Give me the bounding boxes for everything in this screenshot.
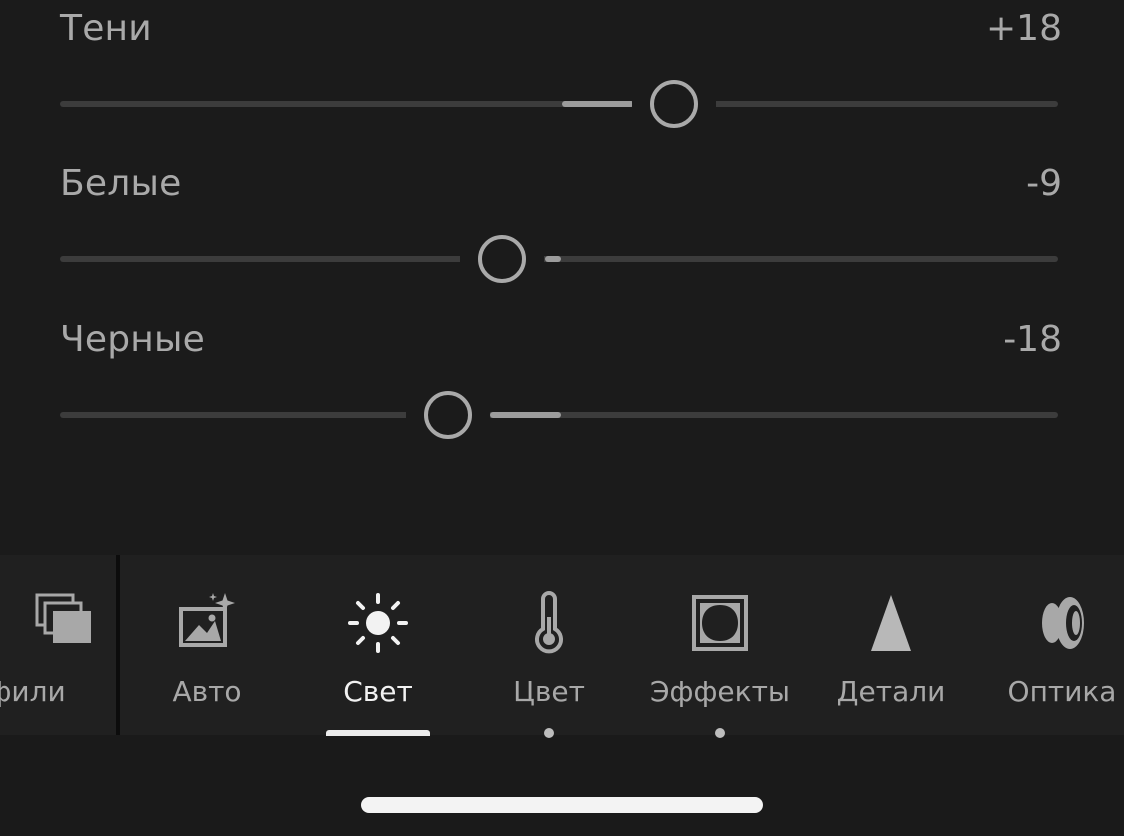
toolbar-divider: [116, 555, 120, 735]
shadows-slider-row: Тени +18: [0, 8, 1124, 140]
tool-profiles-label: офили: [0, 675, 66, 708]
shadows-label: Тени: [60, 8, 152, 49]
tool-detail-label: Детали: [836, 675, 946, 708]
tool-optics-label: Оптика: [1007, 675, 1117, 708]
tool-color-label: Цвет: [513, 675, 585, 708]
shadows-fill: [562, 101, 634, 107]
home-indicator[interactable]: [361, 797, 763, 813]
color-temperature-icon: [535, 591, 563, 654]
blacks-fill: [490, 412, 561, 418]
blacks-label: Черные: [60, 319, 205, 360]
tool-auto[interactable]: Авто: [127, 555, 287, 735]
shadows-track[interactable]: [60, 101, 1058, 107]
tool-effects-label: Эффекты: [650, 675, 790, 708]
blacks-thumb[interactable]: [424, 391, 472, 439]
tool-color[interactable]: Цвет: [469, 555, 629, 738]
whites-fill: [545, 256, 561, 262]
tool-light-label: Свет: [343, 675, 413, 708]
tool-light[interactable]: Свет: [298, 555, 458, 736]
tool-optics[interactable]: Оптика: [982, 555, 1124, 735]
whites-label: Белые: [60, 163, 182, 204]
edit-toolbar: офили Авто Свет: [0, 555, 1124, 738]
color-edited-indicator: [544, 728, 554, 738]
effects-icon: [692, 595, 748, 651]
auto-icon: [179, 593, 235, 647]
shadows-value[interactable]: +18: [986, 8, 1062, 49]
whites-thumb[interactable]: [478, 235, 526, 283]
profiles-icon: [35, 593, 91, 643]
whites-value[interactable]: -9: [1026, 163, 1062, 204]
tool-profiles[interactable]: офили: [0, 555, 118, 735]
light-icon: [348, 593, 408, 653]
tool-effects[interactable]: Эффекты: [640, 555, 800, 738]
shadows-thumb[interactable]: [650, 80, 698, 128]
effects-edited-indicator: [715, 728, 725, 738]
light-adjustments-panel: Тени +18 Белые -9 Черные -18: [0, 0, 1124, 555]
optics-icon: [1042, 597, 1084, 649]
active-tab-underline: [326, 730, 430, 736]
whites-slider-row: Белые -9: [0, 163, 1124, 295]
detail-icon: [871, 595, 911, 651]
tool-auto-label: Авто: [172, 675, 242, 708]
tool-detail[interactable]: Детали: [811, 555, 971, 735]
blacks-value[interactable]: -18: [1003, 319, 1062, 360]
blacks-slider-row: Черные -18: [0, 319, 1124, 451]
